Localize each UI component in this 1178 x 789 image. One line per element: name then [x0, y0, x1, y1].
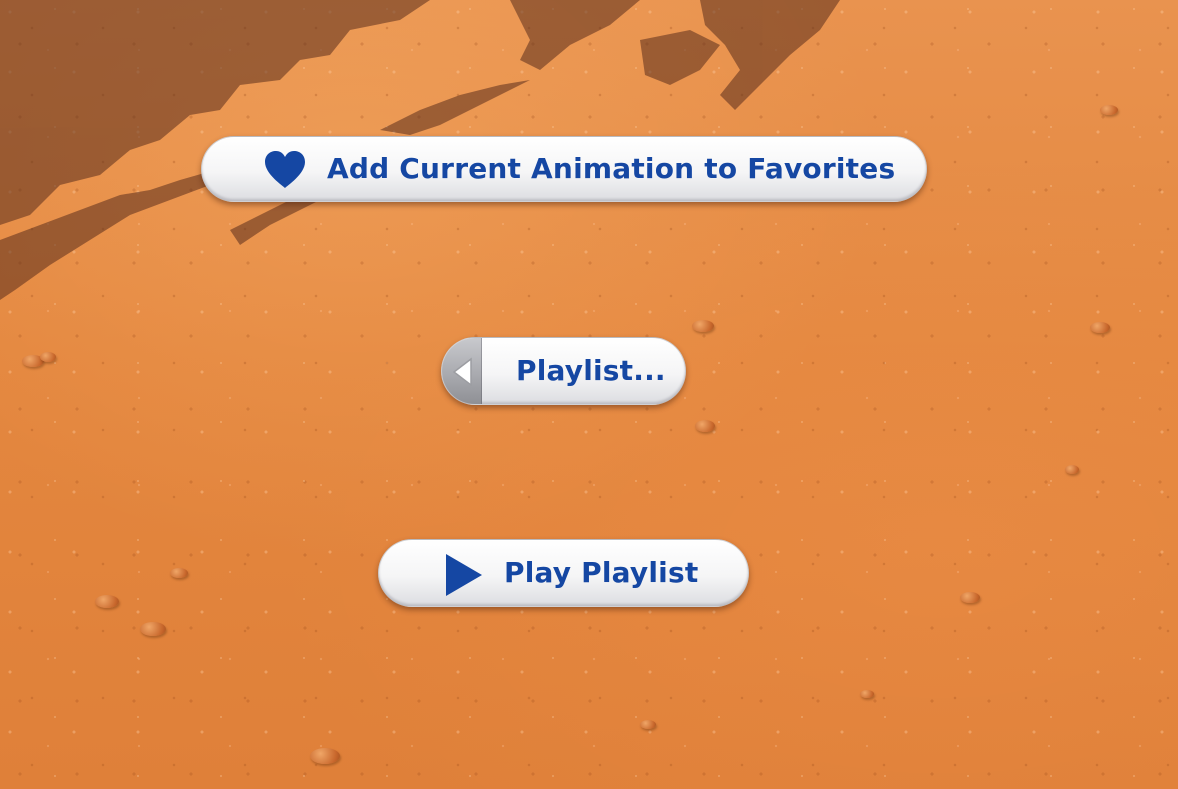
play-icon — [446, 554, 482, 596]
pebble — [860, 690, 874, 698]
play-playlist-button[interactable]: Play Playlist — [378, 539, 749, 607]
arrow-left-icon — [452, 357, 472, 387]
pebble — [695, 420, 715, 432]
pebble — [960, 592, 980, 603]
pebble — [40, 352, 56, 362]
pebble — [170, 568, 188, 578]
pebble — [1065, 465, 1079, 474]
heart-icon — [265, 151, 305, 188]
pebble — [1090, 322, 1110, 333]
pebble — [310, 748, 340, 764]
pebble — [1100, 105, 1118, 115]
play-playlist-label: Play Playlist — [504, 556, 699, 589]
pebble — [140, 622, 166, 636]
playlist-label: Playlist... — [516, 354, 666, 387]
playlist-expand-tab[interactable] — [442, 338, 482, 404]
pebble — [692, 320, 714, 332]
add-to-favorites-button[interactable]: Add Current Animation to Favorites — [201, 136, 927, 202]
pebble — [95, 595, 119, 608]
playlist-button[interactable]: Playlist... — [441, 337, 686, 405]
pebble — [640, 720, 656, 729]
add-to-favorites-label: Add Current Animation to Favorites — [327, 152, 896, 185]
